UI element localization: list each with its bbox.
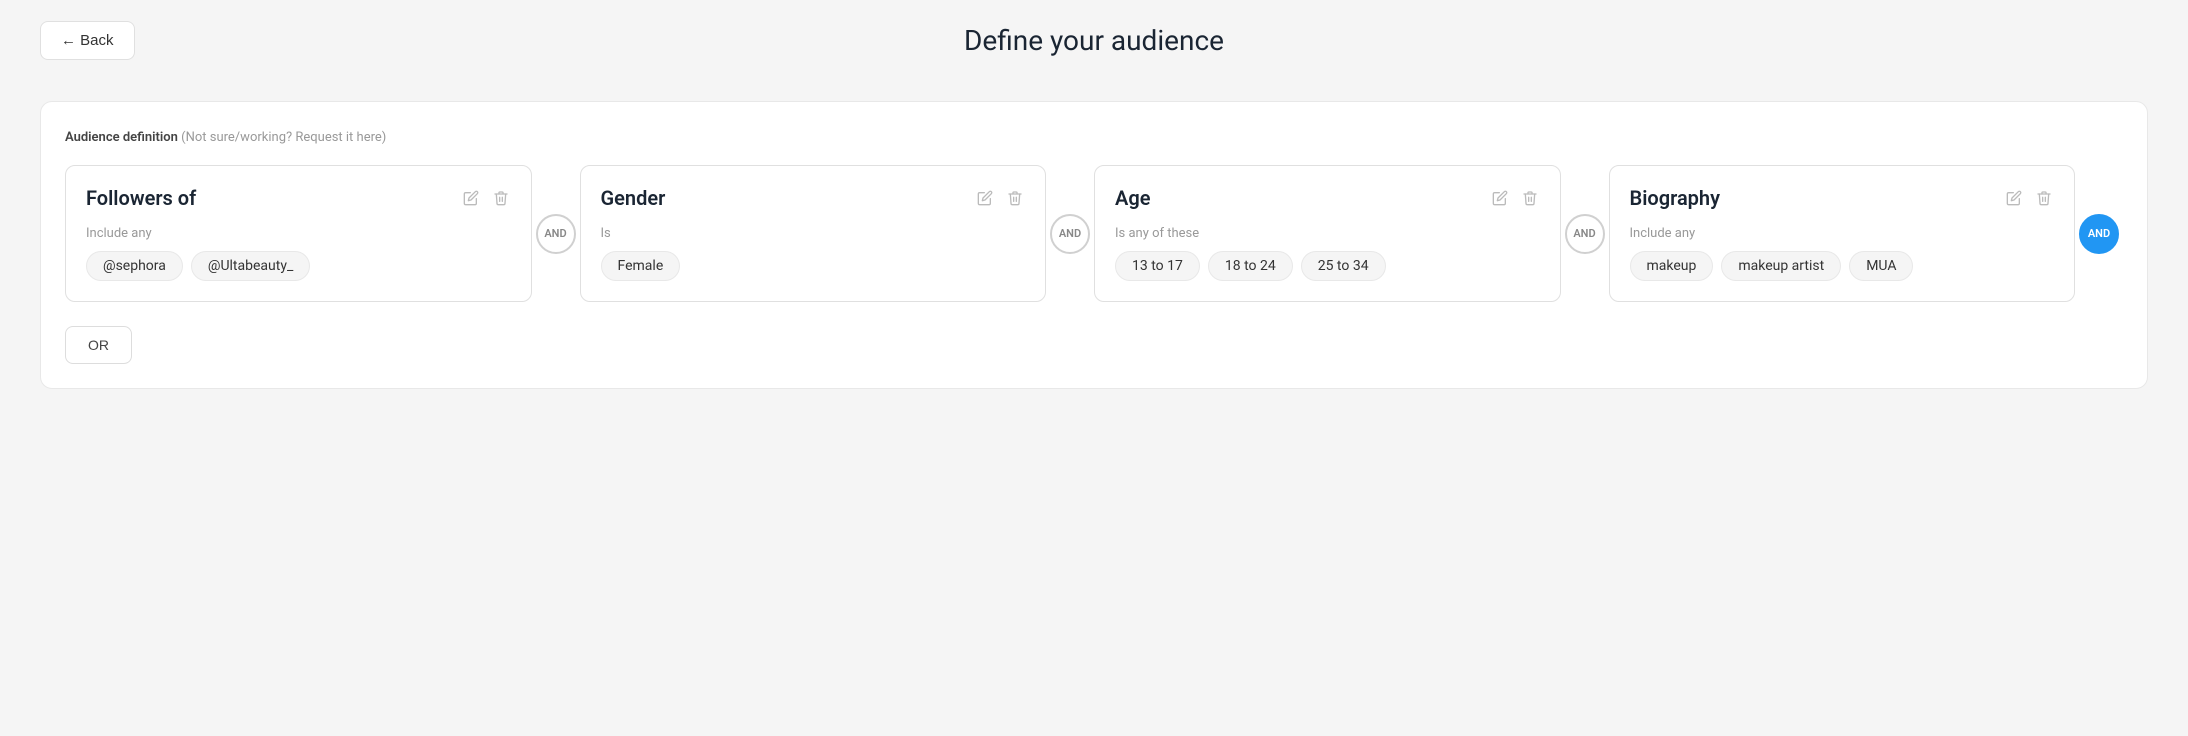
tag: @sephora bbox=[86, 251, 183, 281]
audience-definition-panel: Audience definition (Not sure/working? R… bbox=[40, 101, 2148, 389]
edit-button-age[interactable] bbox=[1490, 188, 1510, 208]
or-row: OR bbox=[65, 326, 2123, 364]
condition-header-age: Age bbox=[1115, 186, 1540, 210]
tag: makeup bbox=[1630, 251, 1714, 281]
tag: MUA bbox=[1849, 251, 1913, 281]
delete-button-followers[interactable] bbox=[491, 188, 511, 208]
and-badge-3[interactable]: AND bbox=[2079, 214, 2119, 254]
panel-title-link[interactable]: (Not sure/working? Request it here) bbox=[181, 130, 386, 145]
condition-actions-age bbox=[1490, 188, 1540, 208]
tags-row-gender: Female bbox=[601, 251, 1026, 281]
condition-card-gender: Gender Is Female bbox=[580, 165, 1047, 302]
delete-button-age[interactable] bbox=[1520, 188, 1540, 208]
condition-actions-gender bbox=[975, 188, 1025, 208]
condition-sublabel-biography: Include any bbox=[1630, 226, 2055, 241]
conditions-row: Followers of Include any @sephora @Ultabeau… bbox=[65, 165, 2123, 302]
condition-card-biography: Biography Include any makeupmakeup artist M… bbox=[1609, 165, 2076, 302]
page-title: Define your audience bbox=[964, 24, 1224, 57]
panel-title: Audience definition (Not sure/working? R… bbox=[65, 130, 386, 145]
tag: 13 to 17 bbox=[1115, 251, 1200, 281]
tag: 18 to 24 bbox=[1208, 251, 1293, 281]
condition-card-followers: Followers of Include any @sephora @Ultabeau… bbox=[65, 165, 532, 302]
condition-sublabel-gender: Is bbox=[601, 226, 1026, 241]
condition-header-followers: Followers of bbox=[86, 186, 511, 210]
edit-button-biography[interactable] bbox=[2004, 188, 2024, 208]
tags-row-followers: @sephora @Ultabeauty_ bbox=[86, 251, 511, 281]
edit-button-followers[interactable] bbox=[461, 188, 481, 208]
back-label: ← Back bbox=[61, 32, 114, 49]
tags-row-biography: makeupmakeup artist MUA bbox=[1630, 251, 2055, 281]
condition-title-gender: Gender bbox=[601, 186, 666, 210]
or-button[interactable]: OR bbox=[65, 326, 132, 364]
condition-header-gender: Gender bbox=[601, 186, 1026, 210]
panel-title-bold: Audience definition bbox=[65, 130, 178, 145]
main-content: Audience definition (Not sure/working? R… bbox=[0, 81, 2188, 429]
page-header: ← Back Define your audience bbox=[0, 0, 2188, 81]
condition-sublabel-followers: Include any bbox=[86, 226, 511, 241]
tag: @Ultabeauty_ bbox=[191, 251, 310, 281]
and-connector-3: AND bbox=[2075, 214, 2123, 254]
tag: Female bbox=[601, 251, 681, 281]
panel-header: Audience definition (Not sure/working? R… bbox=[65, 126, 2123, 145]
condition-sublabel-age: Is any of these bbox=[1115, 226, 1540, 241]
and-badge-2: AND bbox=[1565, 214, 1605, 254]
tag: makeup artist bbox=[1721, 251, 1841, 281]
condition-title-followers: Followers of bbox=[86, 186, 196, 210]
and-connector-0: AND bbox=[532, 214, 580, 254]
condition-title-age: Age bbox=[1115, 186, 1151, 210]
and-badge-0: AND bbox=[536, 214, 576, 254]
condition-actions-followers bbox=[461, 188, 511, 208]
and-connector-2: AND bbox=[1561, 214, 1609, 254]
and-badge-1: AND bbox=[1050, 214, 1090, 254]
condition-actions-biography bbox=[2004, 188, 2054, 208]
condition-card-age: Age Is any of these 13 to 17 18 to 24 25 to … bbox=[1094, 165, 1561, 302]
condition-header-biography: Biography bbox=[1630, 186, 2055, 210]
back-button[interactable]: ← Back bbox=[40, 21, 135, 60]
delete-button-biography[interactable] bbox=[2034, 188, 2054, 208]
and-connector-1: AND bbox=[1046, 214, 1094, 254]
delete-button-gender[interactable] bbox=[1005, 188, 1025, 208]
tags-row-age: 13 to 17 18 to 24 25 to 34 bbox=[1115, 251, 1540, 281]
tag: 25 to 34 bbox=[1301, 251, 1386, 281]
condition-title-biography: Biography bbox=[1630, 186, 1721, 210]
edit-button-gender[interactable] bbox=[975, 188, 995, 208]
